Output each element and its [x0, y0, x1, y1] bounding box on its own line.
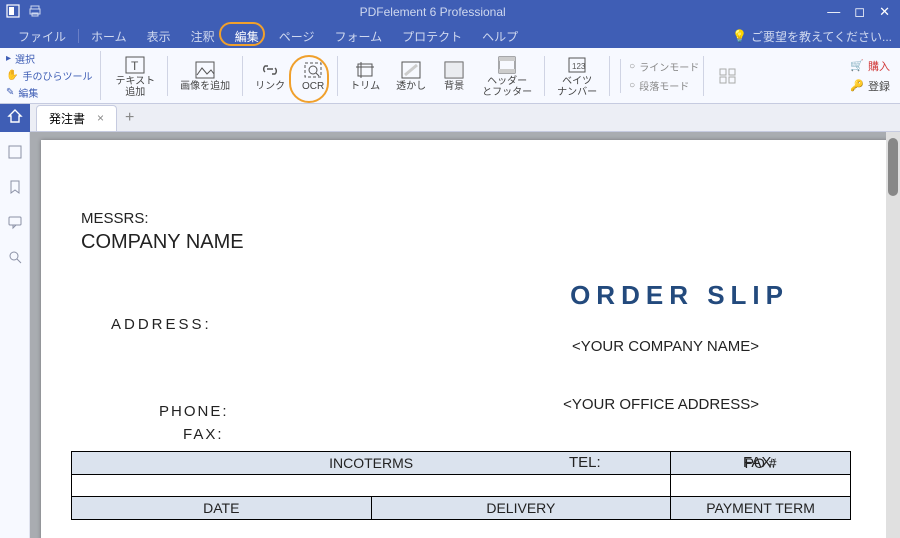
paragraph-mode-radio[interactable]: ○段落モード	[629, 78, 699, 93]
doc-address-label: ADDRESS:	[111, 316, 849, 333]
purchase-button[interactable]: 🛒 購入	[850, 58, 890, 74]
vertical-scrollbar[interactable]	[886, 132, 900, 538]
doc-order-slip: ORDER SLIP	[570, 280, 789, 311]
ocr-button[interactable]: OCR	[293, 57, 333, 94]
scroll-thumb[interactable]	[888, 138, 898, 196]
doc-messrs: MESSRS:	[81, 210, 849, 227]
app-logo-icon	[6, 4, 20, 21]
menu-form[interactable]: フォーム	[324, 26, 392, 47]
register-button[interactable]: 🔑 登録	[850, 78, 890, 94]
text-add-icon: T	[123, 54, 147, 76]
close-button[interactable]: ✕	[875, 4, 894, 20]
document-tab[interactable]: 発注書 ×	[36, 105, 117, 131]
bates-button[interactable]: 123 ベイツ ナンバー	[549, 52, 605, 100]
doc-your-company: <YOUR COMPANY NAME>	[572, 338, 759, 355]
hand-tool[interactable]: ✋手のひらツール	[6, 68, 92, 83]
ribbon-mode-group: ○ラインモード ○段落モード	[620, 59, 699, 93]
th-delivery: DELIVERY	[371, 497, 671, 520]
ocr-icon	[301, 59, 325, 81]
bates-icon: 123	[565, 54, 589, 76]
minimize-button[interactable]: —	[823, 4, 844, 20]
doc-your-office: <YOUR OFFICE ADDRESS>	[563, 396, 759, 413]
edit-icon: ✎	[6, 87, 14, 98]
td-po	[671, 475, 851, 497]
td-incoterms	[72, 475, 671, 497]
menu-view[interactable]: 表示	[137, 26, 181, 47]
text-add-button[interactable]: T テキスト 追加	[107, 52, 163, 100]
link-icon	[258, 59, 282, 81]
maximize-button[interactable]: ◻	[850, 4, 869, 20]
work-area: MESSRS: COMPANY NAME ORDER SLIP <YOUR CO…	[0, 132, 900, 538]
cart-icon: 🛒	[850, 59, 864, 72]
grid-icon	[716, 65, 740, 87]
add-tab-button[interactable]: +	[117, 109, 142, 127]
titlebar: PDFelement 6 Professional — ◻ ✕	[0, 0, 900, 24]
watermark-button[interactable]: 透かし	[388, 57, 434, 94]
close-tab-button[interactable]: ×	[97, 111, 104, 125]
ribbon-left-tools: ▸選択 ✋手のひらツール ✎編集	[6, 51, 101, 100]
background-button[interactable]: 背景	[434, 57, 474, 94]
thumbnails-icon[interactable]	[7, 144, 23, 163]
tabstrip: 発注書 × +	[0, 104, 900, 132]
trim-button[interactable]: トリム	[342, 57, 388, 94]
doc-table-1: INCOTERMS PO #	[71, 451, 851, 497]
bulb-icon: 💡	[732, 29, 747, 43]
search-icon[interactable]	[7, 249, 23, 268]
menu-help[interactable]: ヘルプ	[472, 26, 528, 47]
link-button[interactable]: リンク	[247, 57, 293, 94]
svg-text:123: 123	[572, 62, 586, 71]
radio-icon: ○	[629, 61, 635, 72]
print-icon[interactable]	[28, 4, 42, 21]
document-tab-label: 発注書	[49, 110, 85, 127]
menu-edit[interactable]: 編集	[225, 26, 269, 47]
watermark-icon	[399, 59, 423, 81]
left-rail	[0, 132, 30, 538]
doc-fax-right-label: FAX:	[743, 454, 776, 471]
image-add-button[interactable]: 画像を追加	[172, 57, 238, 94]
menu-comment[interactable]: 注釈	[181, 26, 225, 47]
th-payment: PAYMENT TERM	[671, 497, 851, 520]
comments-icon[interactable]	[7, 214, 23, 233]
menu-file[interactable]: ファイル	[8, 26, 76, 47]
doc-tel-label: TEL:	[569, 454, 601, 471]
hand-icon: ✋	[6, 70, 18, 81]
menu-protect[interactable]: プロテクト	[392, 26, 472, 47]
line-mode-radio[interactable]: ○ラインモード	[629, 59, 699, 74]
home-icon	[7, 108, 23, 127]
menu-page[interactable]: ページ	[269, 26, 325, 47]
radio-icon: ○	[629, 80, 635, 91]
th-date: DATE	[72, 497, 372, 520]
doc-fax-left-label: FAX:	[183, 426, 849, 443]
trim-icon	[353, 59, 377, 81]
home-tab-button[interactable]	[0, 104, 30, 132]
menubar: ファイル ホーム 表示 注釈 編集 ページ フォーム プロテクト ヘルプ 💡 ご…	[0, 24, 900, 48]
feedback-link[interactable]: 💡 ご要望を教えてください...	[732, 28, 892, 45]
ribbon-right: 🛒 購入 🔑 登録	[850, 58, 894, 94]
header-footer-icon	[495, 54, 519, 76]
background-icon	[442, 59, 466, 81]
edit-tool[interactable]: ✎編集	[6, 85, 92, 100]
cursor-icon: ▸	[6, 53, 11, 64]
doc-company-name: COMPANY NAME	[81, 231, 849, 254]
doc-table-2: DATE DELIVERY PAYMENT TERM	[71, 496, 851, 520]
header-footer-button[interactable]: ヘッダー とフッター	[474, 52, 540, 100]
image-add-icon	[193, 59, 217, 81]
app-title: PDFelement 6 Professional	[42, 5, 823, 19]
key-icon: 🔑	[850, 79, 864, 92]
document-page: MESSRS: COMPANY NAME ORDER SLIP <YOUR CO…	[41, 140, 889, 538]
svg-text:T: T	[131, 59, 139, 73]
bookmarks-icon[interactable]	[7, 179, 23, 198]
menu-home[interactable]: ホーム	[81, 26, 137, 47]
canvas[interactable]: MESSRS: COMPANY NAME ORDER SLIP <YOUR CO…	[30, 132, 900, 538]
select-tool[interactable]: ▸選択	[6, 51, 92, 66]
ribbon: ▸選択 ✋手のひらツール ✎編集 T テキスト 追加 画像を追加 リンク OCR…	[0, 48, 900, 104]
more-button[interactable]	[708, 63, 748, 89]
